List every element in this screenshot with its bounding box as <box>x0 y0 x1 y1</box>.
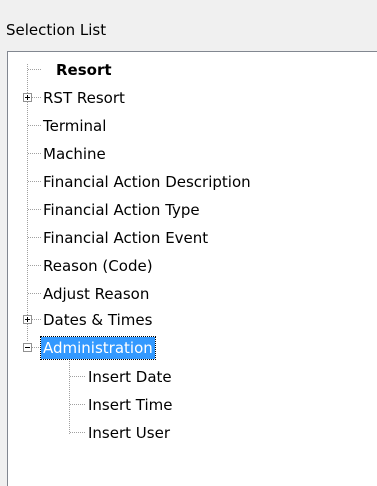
expand-dates-times-button[interactable] <box>23 315 32 324</box>
tree-node-reason-code[interactable]: Reason (Code) <box>41 255 155 277</box>
selection-list-panel: Selection List Resort RST Resort Termina… <box>0 0 377 486</box>
tree-node-financial-action-description[interactable]: Financial Action Description <box>41 171 253 193</box>
tree-node-rst-resort[interactable]: RST Resort <box>41 87 127 109</box>
tree-node-financial-action-type[interactable]: Financial Action Type <box>41 199 202 221</box>
minus-icon <box>25 347 30 348</box>
tree-node-machine[interactable]: Machine <box>41 143 108 165</box>
tree-node-terminal[interactable]: Terminal <box>41 115 108 137</box>
tree-node-administration[interactable]: Administration <box>40 336 156 360</box>
tree-node-adjust-reason[interactable]: Adjust Reason <box>41 283 151 305</box>
plus-icon-v <box>27 317 28 322</box>
tree-node-insert-time[interactable]: Insert Time <box>86 394 175 416</box>
tree-node-financial-action-event[interactable]: Financial Action Event <box>41 227 210 249</box>
tree-node-resort[interactable]: Resort <box>54 59 114 81</box>
panel-title: Selection List <box>6 21 107 39</box>
expand-rst-resort-button[interactable] <box>23 93 32 102</box>
tree-node-insert-user[interactable]: Insert User <box>86 422 172 444</box>
collapse-administration-button[interactable] <box>23 343 32 352</box>
tree-node-insert-date[interactable]: Insert Date <box>86 366 174 388</box>
plus-icon-v <box>27 95 28 100</box>
tree-node-dates-times[interactable]: Dates & Times <box>41 309 154 331</box>
selection-tree[interactable]: Resort RST Resort Terminal Machine Finan… <box>7 51 377 486</box>
